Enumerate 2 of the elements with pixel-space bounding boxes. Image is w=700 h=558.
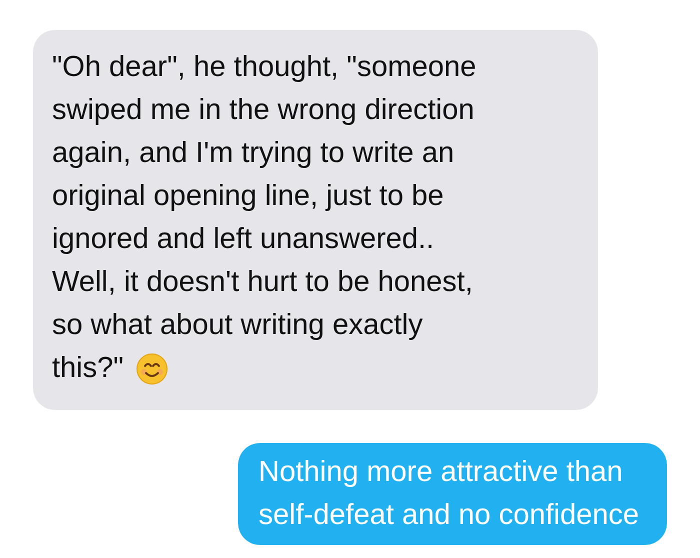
message-text: Nothing more attractive than self-defeat and no confidence [258, 455, 639, 533]
message-text: this?" [52, 351, 124, 386]
